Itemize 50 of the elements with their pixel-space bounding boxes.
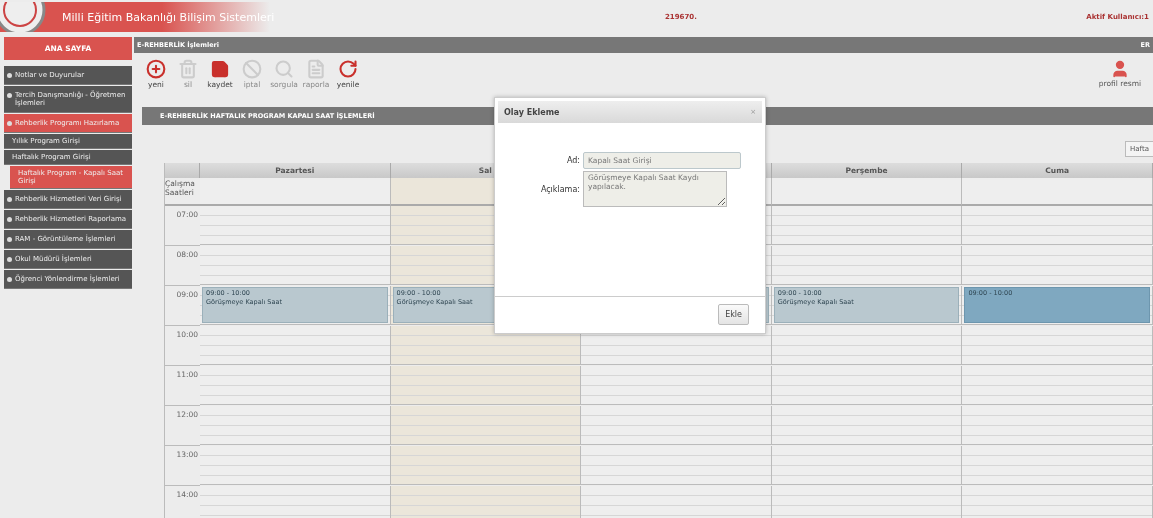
document-icon bbox=[306, 59, 326, 79]
bullet-icon bbox=[7, 121, 12, 126]
time-slot[interactable] bbox=[962, 446, 1153, 485]
time-slot[interactable] bbox=[200, 246, 391, 285]
add-icon bbox=[146, 59, 166, 79]
time-slot[interactable] bbox=[771, 446, 963, 485]
description-label: Açıklama: bbox=[540, 184, 581, 194]
time-slot[interactable] bbox=[771, 246, 963, 285]
time-slot[interactable] bbox=[200, 326, 391, 365]
time-slot[interactable] bbox=[581, 366, 772, 405]
time-slot[interactable] bbox=[962, 326, 1153, 365]
time-slot[interactable] bbox=[962, 246, 1153, 285]
time-slot[interactable] bbox=[962, 206, 1153, 245]
time-slot[interactable] bbox=[200, 366, 391, 405]
time-slot[interactable] bbox=[771, 366, 963, 405]
bullet-icon bbox=[7, 257, 12, 262]
dialog-title: Olay Ekleme bbox=[504, 107, 560, 117]
time-slot[interactable] bbox=[581, 486, 772, 518]
time-slot[interactable] bbox=[962, 366, 1153, 405]
time-slot[interactable] bbox=[771, 406, 963, 445]
bullet-icon bbox=[7, 217, 12, 222]
time-slot[interactable] bbox=[390, 446, 582, 485]
cancel-icon bbox=[242, 59, 262, 79]
trash-icon bbox=[178, 59, 198, 79]
name-label: Ad: bbox=[566, 156, 581, 165]
time-slot[interactable] bbox=[962, 486, 1153, 518]
bullet-icon bbox=[7, 197, 12, 202]
save-icon bbox=[210, 59, 230, 79]
corner-header bbox=[165, 163, 200, 178]
search-icon bbox=[274, 59, 294, 79]
refresh-icon bbox=[338, 59, 358, 79]
time-slot[interactable] bbox=[962, 406, 1153, 445]
time-slot[interactable] bbox=[390, 366, 582, 405]
bullet-icon bbox=[7, 277, 12, 282]
time-slot[interactable] bbox=[771, 326, 963, 365]
time-slot[interactable] bbox=[581, 446, 772, 485]
time-slot[interactable] bbox=[390, 486, 582, 518]
user-icon bbox=[1110, 59, 1130, 79]
time-slot[interactable] bbox=[771, 206, 963, 245]
bullet-icon bbox=[7, 93, 12, 98]
time-slot[interactable] bbox=[771, 486, 963, 518]
bullet-icon bbox=[7, 73, 12, 78]
time-slot[interactable] bbox=[200, 406, 391, 445]
time-slot[interactable] bbox=[200, 446, 391, 485]
add-button[interactable]: Ekle bbox=[718, 304, 749, 325]
time-slot[interactable] bbox=[390, 406, 582, 445]
time-slot[interactable] bbox=[200, 206, 391, 245]
bullet-icon bbox=[7, 237, 12, 242]
time-slot[interactable] bbox=[581, 406, 772, 445]
time-slot[interactable] bbox=[200, 486, 391, 518]
